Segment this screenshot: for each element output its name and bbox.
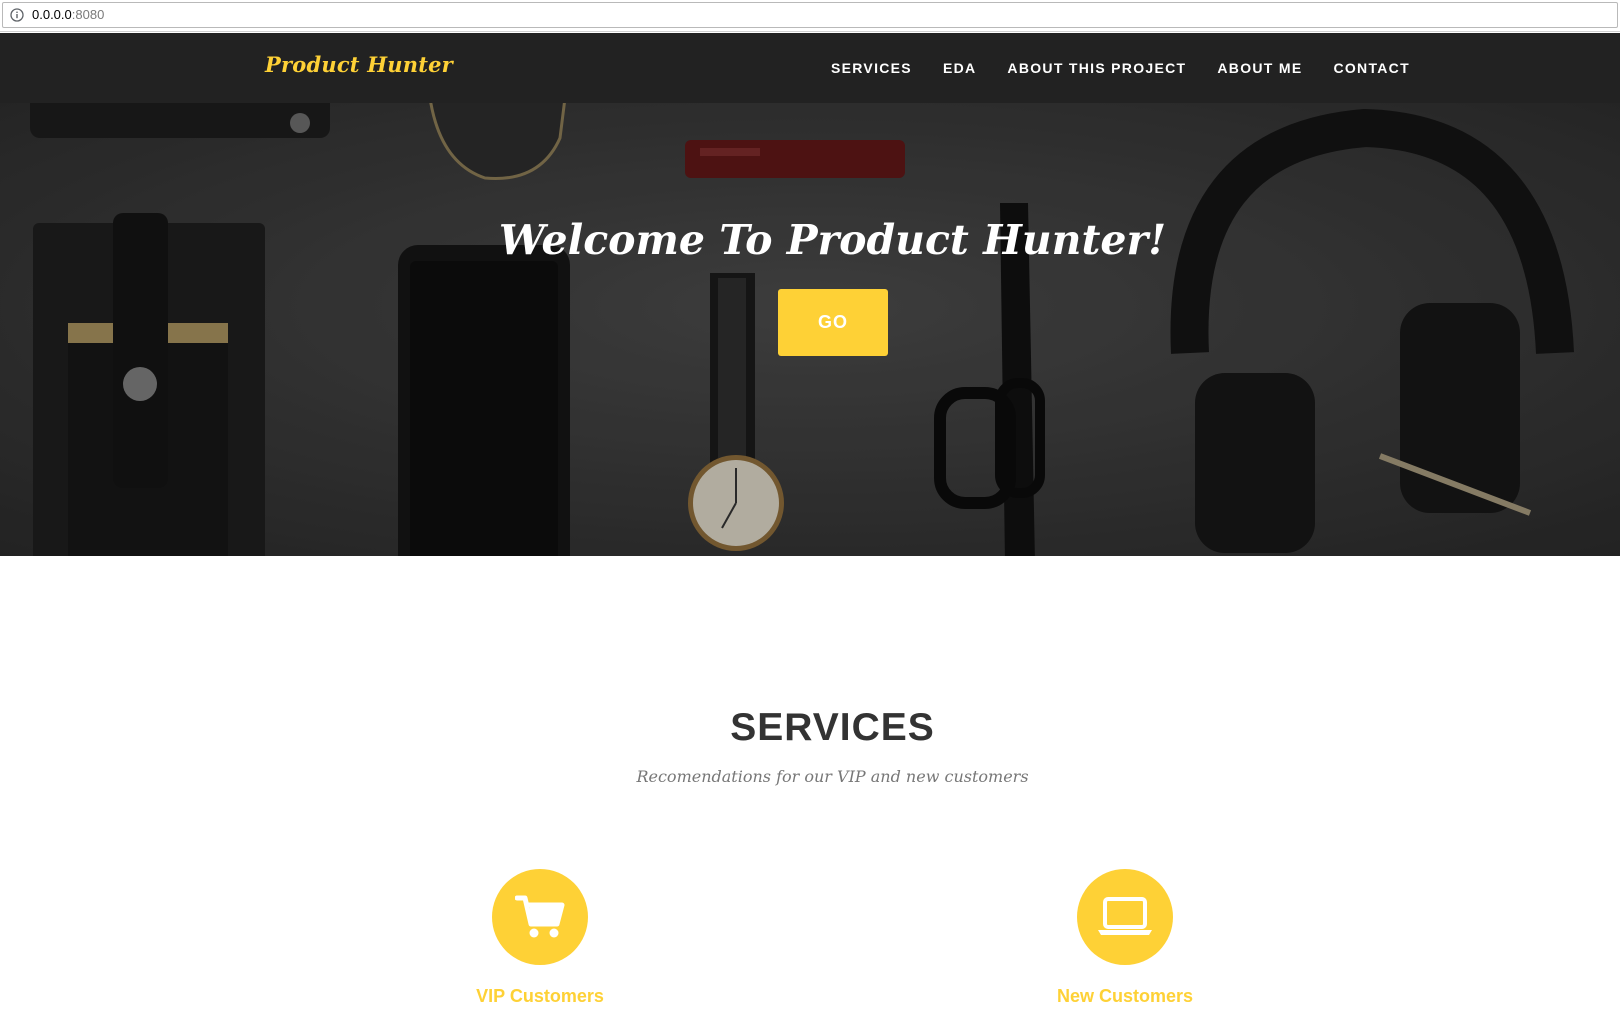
url-input[interactable]: 0.0.0.0:8080: [2, 2, 1618, 28]
browser-address-bar: 0.0.0.0:8080: [0, 0, 1620, 32]
nav-link-services[interactable]: SERVICES: [831, 60, 912, 76]
service-label-vip[interactable]: VIP Customers: [420, 986, 660, 1007]
url-port: :8080: [71, 7, 105, 22]
nav-links: SERVICES EDA ABOUT THIS PROJECT ABOUT ME…: [831, 60, 1410, 76]
service-new-customers[interactable]: New Customers: [1005, 869, 1245, 1007]
hero-title: Welcome To Product Hunter!: [498, 216, 1167, 264]
hero-section: Welcome To Product Hunter! GO: [0, 103, 1620, 556]
nav-link-contact[interactable]: CONTACT: [1333, 60, 1410, 76]
nav-link-about-project[interactable]: ABOUT THIS PROJECT: [1007, 60, 1186, 76]
url-text: 0.0.0.0:8080: [32, 7, 104, 22]
go-button[interactable]: GO: [778, 289, 888, 356]
service-vip-customers[interactable]: VIP Customers: [420, 869, 660, 1007]
laptop-icon: [1098, 897, 1152, 935]
service-icon-circle: [492, 869, 588, 965]
info-icon[interactable]: [10, 8, 24, 22]
url-host: 0.0.0.0: [32, 7, 72, 22]
service-icon-circle: [1077, 869, 1173, 965]
services-title: SERVICES: [730, 706, 935, 749]
services-subtitle: Recomendations for our VIP and new custo…: [636, 767, 1029, 786]
shopping-cart-icon: [515, 895, 565, 938]
service-label-new[interactable]: New Customers: [1005, 986, 1245, 1007]
nav-link-about-me[interactable]: ABOUT ME: [1217, 60, 1302, 76]
brand-logo[interactable]: Product Hunter: [265, 52, 453, 77]
top-navbar: Product Hunter SERVICES EDA ABOUT THIS P…: [0, 33, 1620, 103]
nav-link-eda[interactable]: EDA: [943, 60, 976, 76]
